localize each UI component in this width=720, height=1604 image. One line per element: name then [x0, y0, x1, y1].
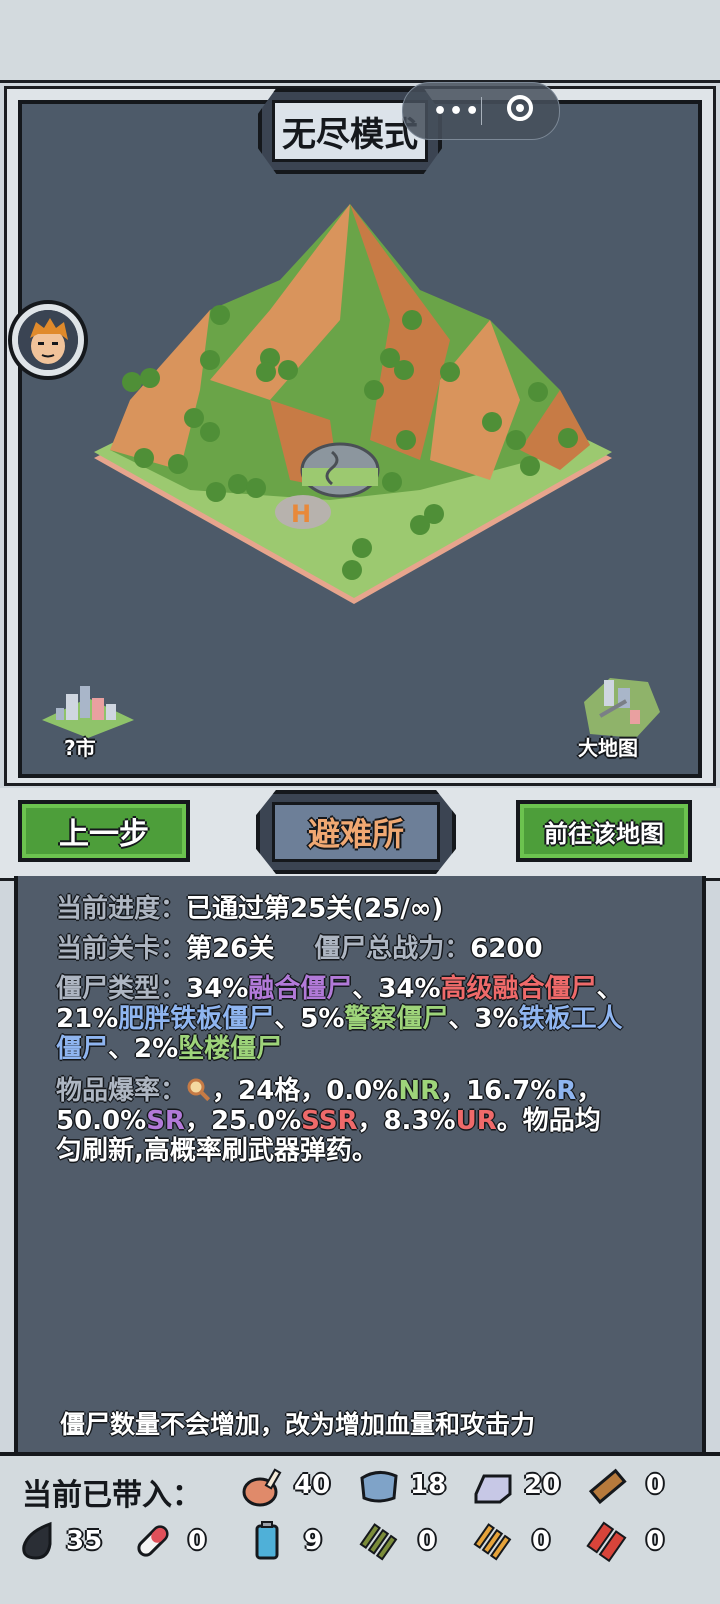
level-value: 第26关: [186, 934, 275, 964]
drop-note: 。物品均: [496, 1106, 601, 1136]
magnifier-icon: [187, 1078, 211, 1102]
inventory-item-oil[interactable]: 35: [14, 1518, 102, 1568]
more-icon[interactable]: •••: [433, 99, 481, 124]
miniprogram-capsule: •••: [402, 82, 560, 140]
item-count: 18: [410, 1470, 447, 1500]
type-pct: 、34%: [352, 974, 441, 1004]
svg-text:H: H: [291, 500, 311, 528]
shelter-mountain-map[interactable]: H: [90, 200, 620, 610]
rarity-pct: ，8.3%: [357, 1106, 456, 1136]
player-avatar[interactable]: [8, 300, 88, 380]
rarity-nr: NR: [398, 1076, 441, 1106]
rarity-ssr: SSR: [301, 1106, 358, 1136]
item-count: 0: [418, 1526, 437, 1556]
inventory-label: 当前已带入：: [22, 1478, 202, 1513]
city-icon: [42, 686, 134, 738]
zombie-type: 警察僵尸: [344, 1004, 449, 1034]
location-plate: 避难所: [256, 790, 456, 874]
inventory-item-bullets[interactable]: 0: [470, 1518, 550, 1568]
inventory-item-iron[interactable]: 20: [470, 1464, 560, 1514]
progress-value: 已通过第25关(25/∞): [186, 894, 444, 924]
refresh-note: 匀刷新,高概率刷武器弹药。: [56, 1136, 378, 1166]
item-count: 40: [294, 1470, 331, 1500]
rarity-pct: ，25.0%: [184, 1106, 302, 1136]
wood-plank-icon: [588, 1468, 627, 1505]
inventory-item-meat[interactable]: 40: [240, 1464, 330, 1514]
power-label: 僵尸总战力：: [314, 934, 471, 964]
type-pct: 、5%: [274, 1004, 345, 1034]
zombie-types: 僵尸类型：34%融合僵尸、34%高级融合僵尸、21%肥胖铁板僵尸、5%警察僵尸、…: [56, 974, 646, 1064]
bullets-icon: [473, 1523, 512, 1561]
progress-label: 当前进度：: [56, 894, 187, 924]
rarity-sr: SR: [146, 1106, 185, 1136]
shotgun-shells-icon: [586, 1521, 627, 1563]
item-count: 20: [524, 1470, 561, 1500]
top-strip: [0, 0, 720, 83]
footer-note: 僵尸数量不会增加，改为增加血量和攻击力: [60, 1410, 536, 1439]
zombie-type: 融合僵尸: [248, 974, 353, 1004]
pill-icon: [137, 1525, 169, 1557]
meat-icon: [242, 1468, 282, 1507]
item-count: 9: [304, 1526, 323, 1556]
rarity-r: R: [556, 1076, 577, 1106]
battery-icon: [255, 1521, 279, 1560]
prev-step-button[interactable]: 上一步: [18, 800, 190, 862]
drop-rates: 物品爆率： ，24格，0.0%NR，16.7%R， 50.0%SR，25.0%SSR…: [56, 1076, 646, 1166]
power-value: 6200: [470, 934, 543, 964]
item-count: 0: [188, 1526, 207, 1556]
world-map-button[interactable]: 大地图: [570, 672, 662, 764]
cloth-icon: [360, 1471, 398, 1503]
item-count: 0: [646, 1470, 665, 1500]
drop-label: 物品爆率：: [56, 1076, 187, 1106]
rifle-ammo-icon: [359, 1523, 398, 1561]
inventory-item-battery[interactable]: 9: [244, 1518, 322, 1568]
location-name: 避难所: [272, 802, 440, 862]
rarity-ur: UR: [455, 1106, 497, 1136]
prev-city-label: ?市: [64, 736, 96, 760]
prev-city-button[interactable]: ?市: [40, 680, 136, 760]
level-line: 当前关卡：第26关 僵尸总战力：6200: [56, 934, 656, 964]
inventory-item-shotgun-shells[interactable]: 0: [584, 1518, 664, 1568]
item-count: 35: [66, 1526, 103, 1556]
zombie-type: 高级融合僵尸: [440, 974, 597, 1004]
inventory-item-wood[interactable]: 0: [584, 1464, 664, 1514]
rarity-pct: 50.0%: [56, 1106, 147, 1136]
oil-drop-icon: [22, 1521, 52, 1560]
iron-ingot-icon: [474, 1474, 512, 1504]
types-label: 僵尸类型：: [56, 974, 187, 1004]
zombie-type: 肥胖铁板僵尸: [118, 1004, 275, 1034]
level-label: 当前关卡：: [56, 934, 187, 964]
type-pct: 、2%: [108, 1034, 179, 1064]
drop-slots: ，24格，0.0%: [212, 1076, 399, 1106]
item-count: 0: [532, 1526, 551, 1556]
goto-map-button[interactable]: 前往该地图: [516, 800, 692, 862]
survivor-face-icon: [18, 310, 78, 370]
world-map-label: 大地图: [578, 736, 638, 760]
type-pct: 、3%: [448, 1004, 519, 1034]
inventory-item-pill[interactable]: 0: [130, 1518, 206, 1568]
inventory-item-rifle-ammo[interactable]: 0: [356, 1518, 436, 1568]
close-target-icon[interactable]: [507, 95, 533, 121]
inventory-item-cloth[interactable]: 18: [356, 1464, 446, 1514]
zombie-type: 坠楼僵尸: [178, 1034, 283, 1064]
type-pct: 34%: [186, 974, 249, 1004]
progress-line: 当前进度：已通过第25关(25/∞): [56, 894, 656, 924]
rarity-pct: ，16.7%: [440, 1076, 557, 1106]
item-count: 0: [646, 1526, 665, 1556]
separator: ，: [576, 1076, 603, 1106]
